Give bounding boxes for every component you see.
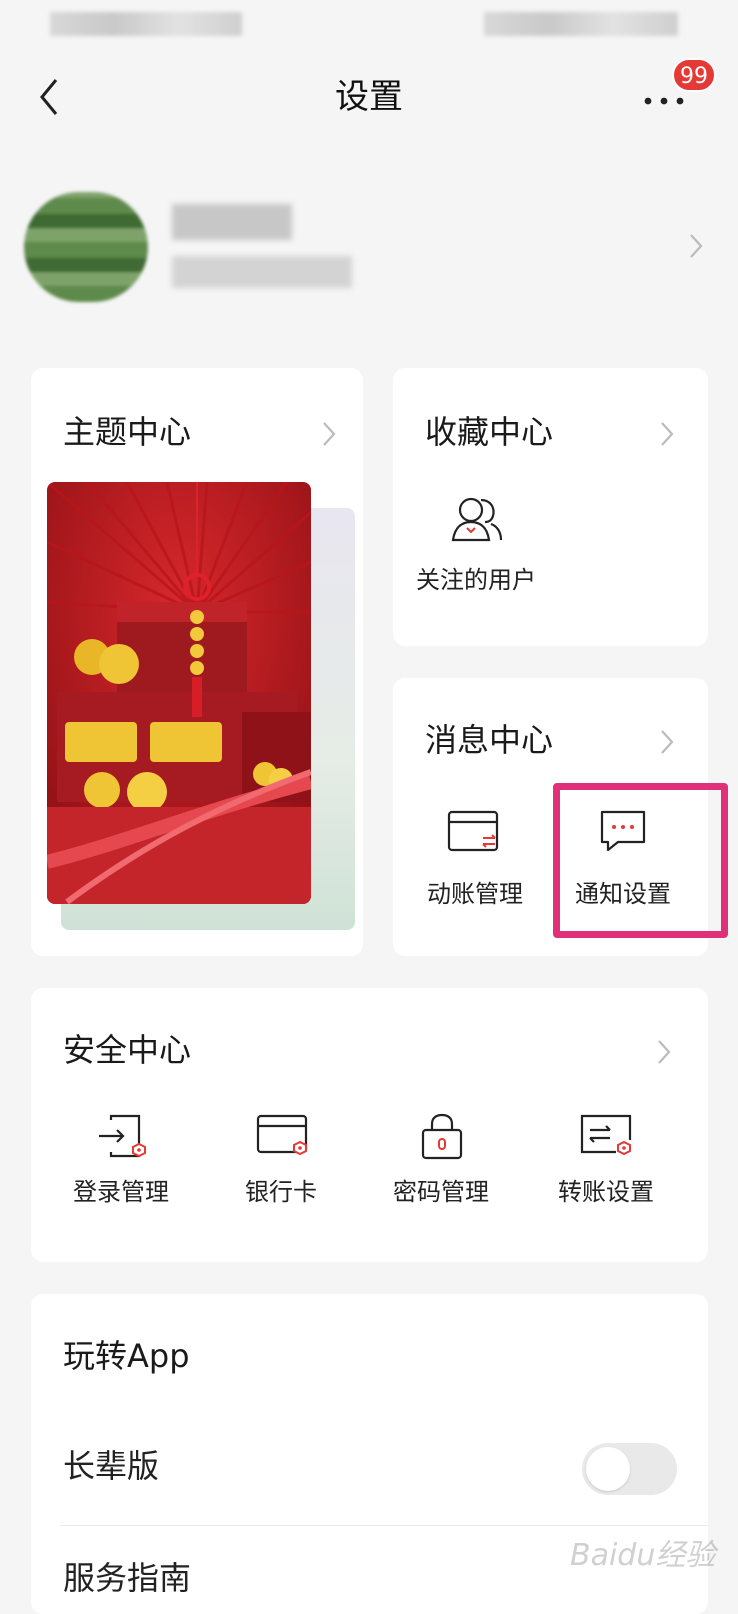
account-activity-button[interactable]: 动账管理 <box>415 810 535 920</box>
favorites-center-title: 收藏中心 <box>425 413 554 451</box>
account-activity-icon <box>447 810 499 852</box>
security-center-card[interactable]: 安全中心 登录管理 银行卡 密码管理 转账设置 <box>31 988 708 1262</box>
bank-card-icon <box>256 1114 308 1156</box>
theme-center-title: 主题中心 <box>63 413 192 451</box>
watermark: Baidu经验 <box>570 1538 716 1573</box>
profile-chevron-icon[interactable] <box>688 232 704 264</box>
service-guide-label[interactable]: 服务指南 <box>63 1558 191 1598</box>
login-manage-button[interactable]: 登录管理 <box>61 1112 181 1222</box>
followed-users-label: 关注的用户 <box>416 566 536 594</box>
avatar[interactable] <box>24 192 148 302</box>
highlight-box <box>553 783 728 938</box>
security-center-title: 安全中心 <box>63 1031 192 1069</box>
page-title: 设置 <box>335 77 403 117</box>
theme-preview-image[interactable] <box>47 482 311 904</box>
bank-card-button[interactable]: 银行卡 <box>226 1112 336 1222</box>
app-tips-title: 玩转App <box>63 1337 190 1375</box>
divider <box>60 1525 708 1526</box>
elder-mode-label: 长辈版 <box>63 1447 160 1485</box>
followed-users-icon <box>451 497 503 542</box>
theme-center-card[interactable]: 主题中心 <box>31 368 363 956</box>
status-bar-right <box>484 12 678 36</box>
chevron-right-icon <box>659 728 675 760</box>
transfer-settings-label: 转账设置 <box>558 1178 654 1206</box>
chevron-right-icon <box>321 420 337 452</box>
profile-name <box>172 204 292 240</box>
account-activity-label: 动账管理 <box>427 880 523 908</box>
transfer-settings-button[interactable]: 转账设置 <box>546 1112 666 1222</box>
toggle-knob <box>586 1447 630 1491</box>
password-manage-button[interactable]: 密码管理 <box>381 1112 501 1222</box>
login-manage-label: 登录管理 <box>73 1178 169 1206</box>
elder-mode-toggle[interactable] <box>582 1443 677 1495</box>
bank-card-label: 银行卡 <box>245 1178 317 1206</box>
favorites-center-card[interactable]: 收藏中心 关注的用户 <box>393 368 708 646</box>
status-bar-left <box>50 12 242 36</box>
followed-users-button[interactable]: 关注的用户 <box>411 494 541 614</box>
chevron-right-icon <box>656 1038 672 1070</box>
password-manage-label: 密码管理 <box>393 1178 489 1206</box>
login-manage-icon <box>99 1114 146 1158</box>
transfer-settings-icon <box>580 1114 632 1156</box>
message-center-title: 消息中心 <box>425 721 554 759</box>
chevron-right-icon <box>659 420 675 452</box>
padlock-icon <box>421 1113 463 1160</box>
profile-subtitle <box>172 256 352 288</box>
notification-badge: 99 <box>672 58 716 92</box>
